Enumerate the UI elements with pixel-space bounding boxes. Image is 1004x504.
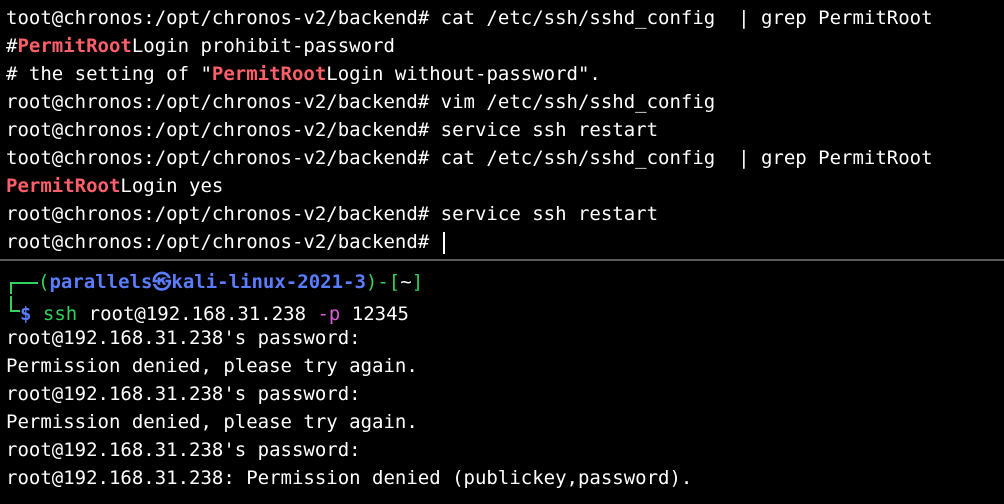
shell-prompt: root@chronos:/opt/chronos-v2/backend# xyxy=(6,231,441,253)
terminal-line: # the setting of "PermitRootLogin withou… xyxy=(6,60,1004,88)
line-text: toot@chronos:/opt/chronos-v2/backend# ca… xyxy=(6,147,933,169)
output-line: root@192.168.31.238's password: xyxy=(6,327,361,349)
prompt-separator: -[ xyxy=(377,271,401,293)
text-cursor xyxy=(442,231,445,254)
kali-prompt-header: (parallels㉿kali-linux-2021-3)-[~] xyxy=(6,268,1004,296)
line-text: toot@chronos:/opt/chronos-v2/backend# ca… xyxy=(6,7,933,29)
terminal-line: toot@chronos:/opt/chronos-v2/backend# ca… xyxy=(6,4,1004,32)
prompt-bar xyxy=(20,281,38,284)
line-text: Login yes xyxy=(120,175,224,197)
prompt-directory: ~ xyxy=(400,271,412,293)
command-flag: -p xyxy=(317,303,341,325)
line-text: root@chronos:/opt/chronos-v2/backend# se… xyxy=(6,119,659,141)
command-name: ssh xyxy=(42,303,78,325)
prompt-dollar: $ xyxy=(20,303,32,325)
prompt-bracket: ) xyxy=(365,271,378,293)
prompt-corner-bottom xyxy=(10,296,20,312)
prompt-at-symbol: ㉿ xyxy=(152,271,172,293)
terminal-line: #PermitRootLogin prohibit-password xyxy=(6,32,1004,60)
command-line: $ ssh root@192.168.31.238 -p 12345 xyxy=(6,296,1004,325)
output-line: root@192.168.31.238's password: xyxy=(6,439,361,461)
prompt-user: parallels xyxy=(49,271,153,293)
line-text: # the setting of " xyxy=(6,63,212,85)
grep-match: PermitRoot xyxy=(17,35,132,57)
line-text: root@chronos:/opt/chronos-v2/backend# vi… xyxy=(6,91,716,113)
prompt-bracket: ] xyxy=(411,271,424,293)
terminal-line: toot@chronos:/opt/chronos-v2/backend# ca… xyxy=(6,144,1004,172)
output-line: root@192.168.31.238: Permission denied (… xyxy=(6,467,693,489)
terminal-line: root@chronos:/opt/chronos-v2/backend# se… xyxy=(6,200,1004,228)
terminal-pane-bottom[interactable]: (parallels㉿kali-linux-2021-3)-[~] $ ssh … xyxy=(0,261,1004,504)
terminal-line: root@chronos:/opt/chronos-v2/backend# vi… xyxy=(6,88,1004,116)
terminal-pane-top[interactable]: toot@chronos:/opt/chronos-v2/backend# ca… xyxy=(0,0,1004,259)
command-args: root@192.168.31.238 xyxy=(77,303,318,325)
line-text: # xyxy=(6,35,18,57)
prompt-bracket: ( xyxy=(38,271,50,293)
grep-match: PermitRoot xyxy=(211,63,327,85)
line-text: Login without-password". xyxy=(326,63,601,85)
terminal-input-line[interactable]: root@chronos:/opt/chronos-v2/backend# xyxy=(6,228,1004,256)
line-text: Login prohibit-password xyxy=(131,35,395,57)
grep-match: PermitRoot xyxy=(6,175,121,197)
prompt-host: kali-linux-2021-3 xyxy=(171,271,366,293)
output-line: root@192.168.31.238's password: xyxy=(6,383,361,405)
output-line: Permission denied, please try again. xyxy=(6,355,418,377)
terminal-line: PermitRootLogin yes xyxy=(6,172,1004,200)
line-text: root@chronos:/opt/chronos-v2/backend# se… xyxy=(6,203,659,225)
prompt-corner-top xyxy=(10,282,20,294)
terminal-line: root@chronos:/opt/chronos-v2/backend# se… xyxy=(6,116,1004,144)
output-line: Permission denied, please try again. xyxy=(6,411,418,433)
command-port: 12345 xyxy=(340,303,409,325)
